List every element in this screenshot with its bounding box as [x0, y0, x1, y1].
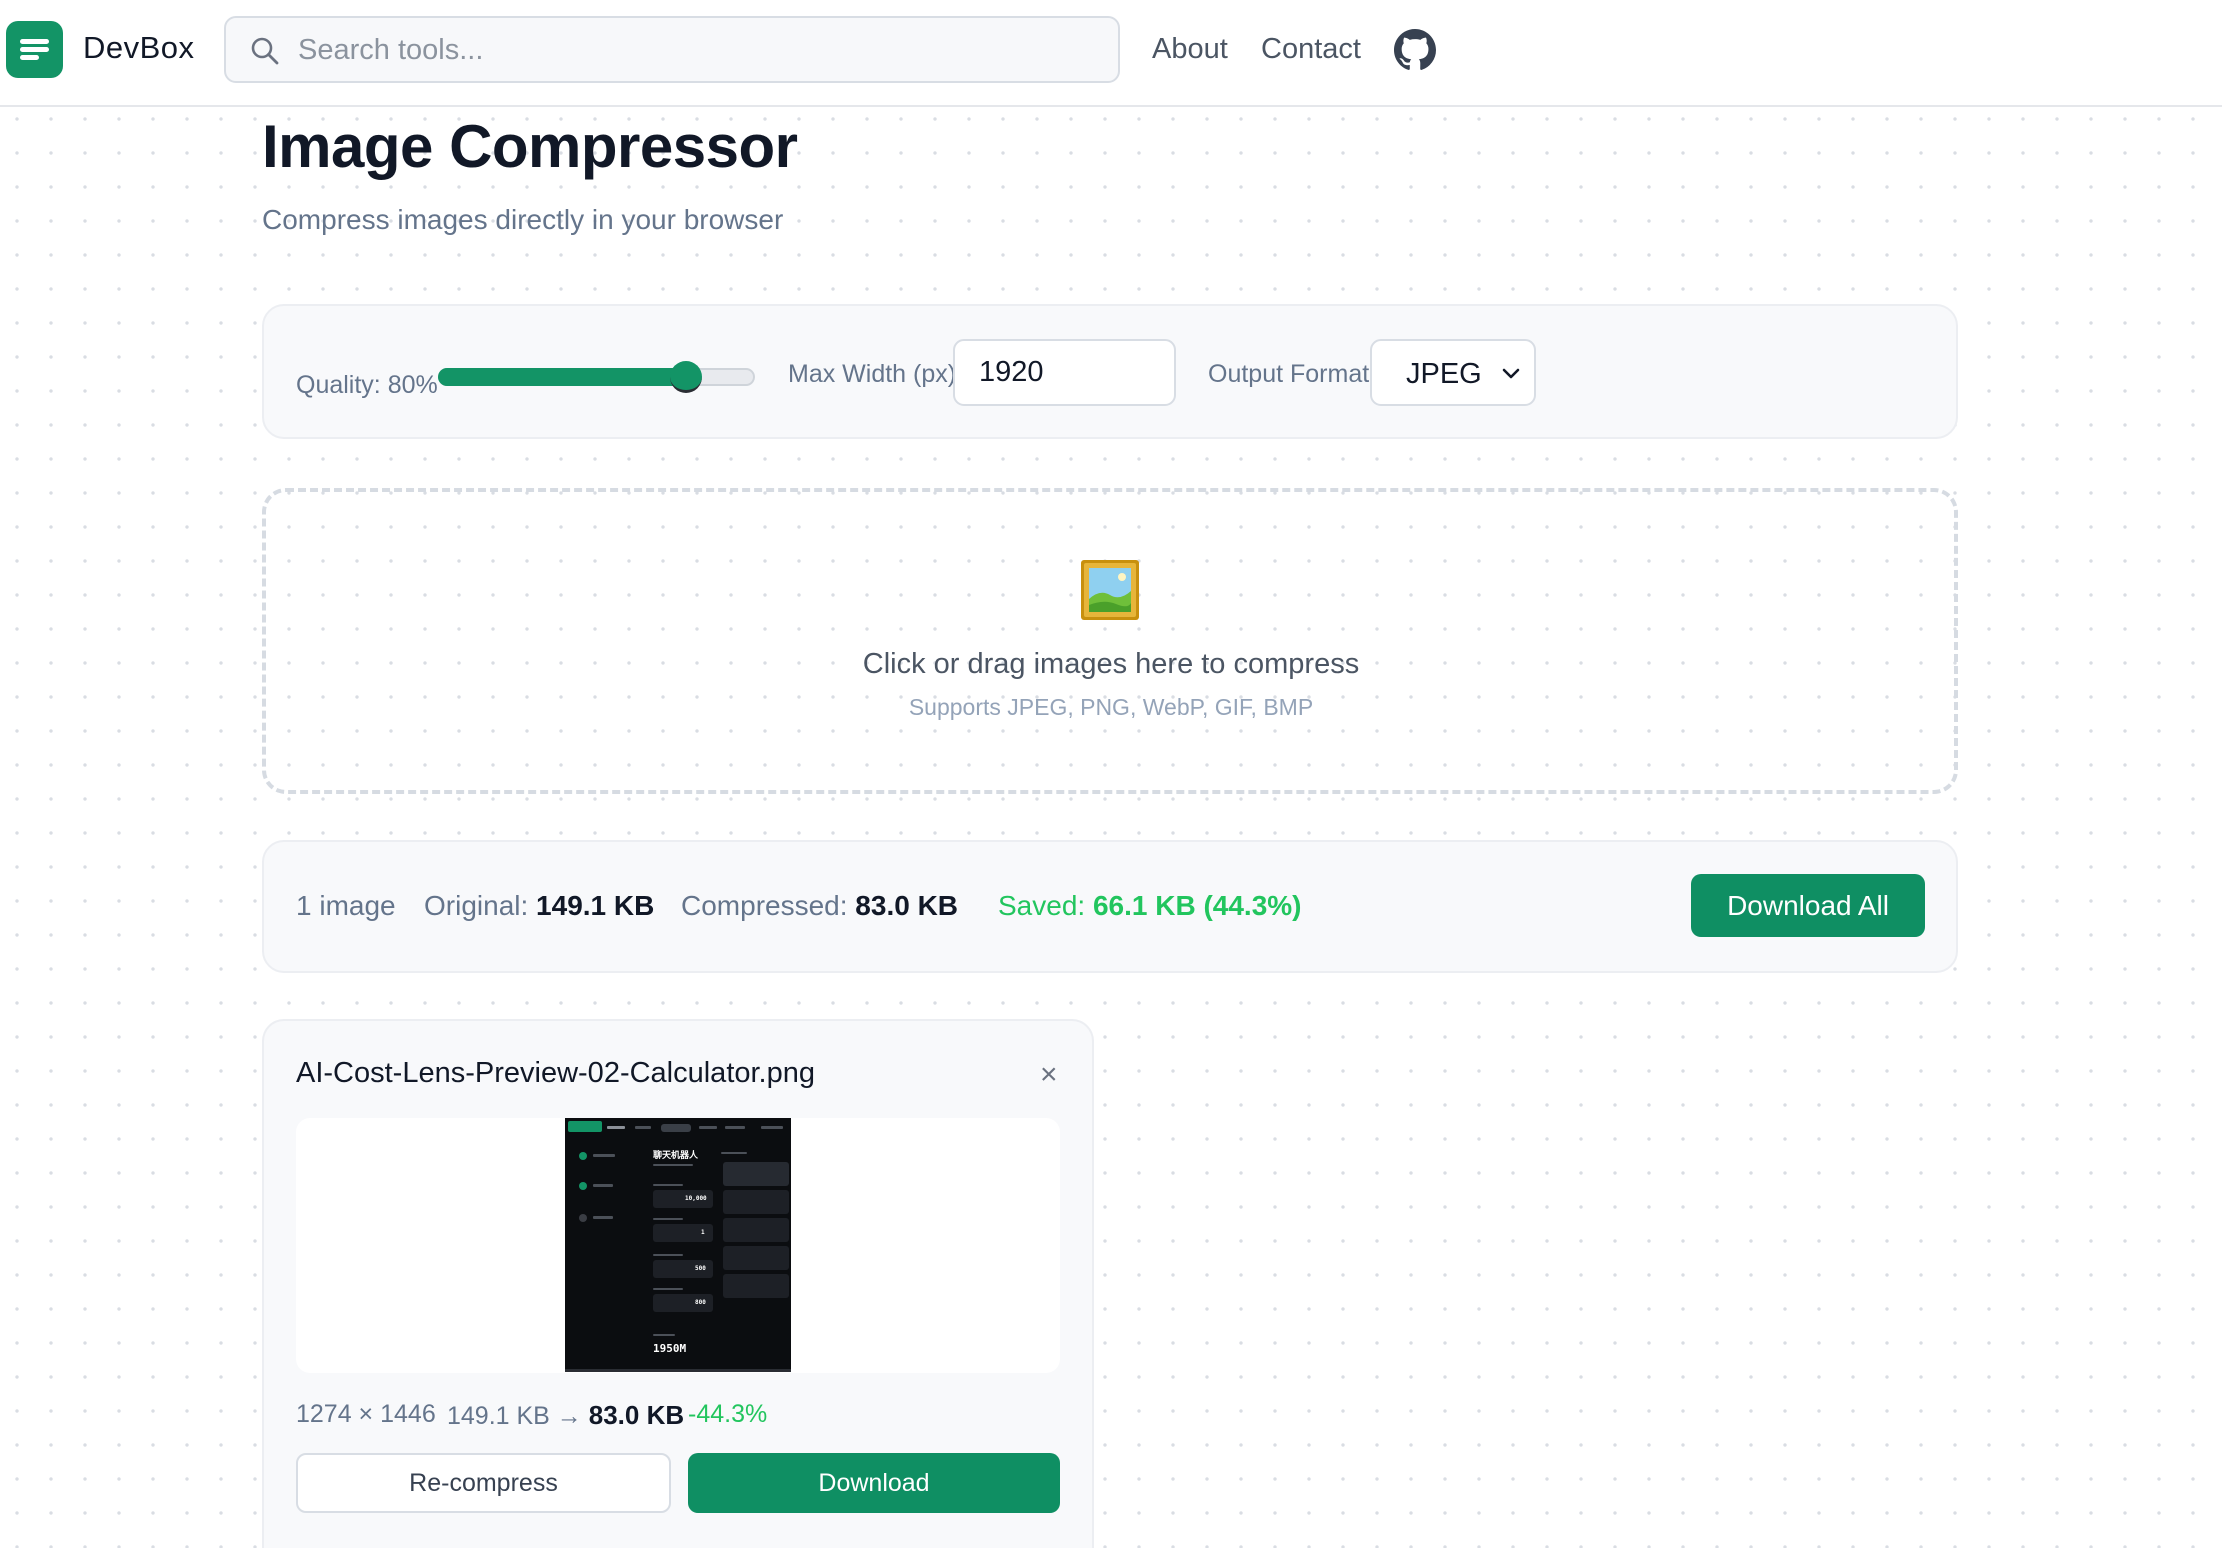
- saved-value: 66.1 KB (44.3%): [1092, 890, 1302, 921]
- search-icon: [251, 37, 279, 65]
- thumbnail-value-4: 800: [695, 1299, 706, 1306]
- thumbnail-value-3: 500: [695, 1265, 706, 1272]
- max-width-input[interactable]: [953, 339, 1176, 406]
- download-all-button[interactable]: Download All: [1691, 874, 1925, 937]
- slider-thumb[interactable]: [670, 361, 702, 393]
- output-format-select[interactable]: JPEG: [1370, 339, 1536, 406]
- nav-link-contact[interactable]: Contact: [1261, 33, 1361, 66]
- nav-link-about[interactable]: About: [1152, 33, 1228, 66]
- download-button[interactable]: Download: [688, 1453, 1060, 1513]
- saved-total: Saved: 66.1 KB (44.3%): [998, 890, 1302, 922]
- framed-picture-icon: [1081, 560, 1139, 620]
- size-reduction-percent: -44.3%: [688, 1400, 768, 1428]
- compressed-value: 83.0 KB: [855, 890, 959, 921]
- page-subtitle: Compress images directly in your browser: [262, 204, 784, 235]
- github-icon[interactable]: [1394, 29, 1436, 71]
- quality-label: Quality: 80%: [296, 371, 438, 399]
- search-box[interactable]: [224, 16, 1120, 83]
- image-count: 1 image: [296, 890, 396, 921]
- image-dimensions: 1274 × 1446: [296, 1400, 436, 1428]
- close-icon[interactable]: ×: [1040, 1058, 1058, 1092]
- original-total: Original: 149.1 KB: [424, 890, 654, 922]
- compressed-label: Compressed:: [681, 890, 848, 921]
- quality-slider[interactable]: [438, 361, 755, 393]
- compressed-size: 83.0 KB: [588, 1400, 685, 1430]
- thumbnail-heading: 聊天机器人: [653, 1151, 699, 1161]
- max-width-label: Max Width (px): [788, 360, 957, 388]
- image-thumbnail: 聊天机器人 10,000 1 500 800 1950M: [565, 1118, 791, 1372]
- image-dropzone[interactable]: [262, 488, 1958, 794]
- format-selected-value: JPEG: [1406, 358, 1482, 390]
- original-size: 149.1 KB →: [447, 1402, 582, 1430]
- page-title: Image Compressor: [262, 113, 798, 180]
- file-name: AI-Cost-Lens-Preview-02-Calculator.png: [296, 1057, 815, 1089]
- thumbnail-value-2: 1: [701, 1229, 705, 1236]
- slider-fill: [438, 368, 686, 386]
- thumbnail-total: 1950M: [653, 1342, 687, 1355]
- dropzone-instructions: Click or drag images here to compress: [862, 648, 1360, 680]
- output-format-label: Output Format: [1208, 360, 1370, 388]
- chevron-down-icon: [1502, 368, 1520, 379]
- recompress-button[interactable]: Re-compress: [296, 1453, 671, 1513]
- size-change: 149.1 KB → 83.0 KB: [447, 1400, 684, 1431]
- original-value: 149.1 KB: [536, 890, 655, 921]
- brand-name[interactable]: DevBox: [83, 30, 195, 66]
- menu-lines-icon[interactable]: [6, 21, 63, 78]
- dropzone-supported-formats: Supports JPEG, PNG, WebP, GIF, BMP: [908, 694, 1314, 720]
- saved-label: Saved:: [998, 890, 1086, 921]
- compressed-total: Compressed: 83.0 KB: [681, 890, 958, 922]
- search-input[interactable]: [298, 28, 1098, 72]
- original-label: Original:: [424, 890, 529, 921]
- top-navbar: DevBox About Contact: [0, 0, 2222, 107]
- thumbnail-value-1: 10,000: [685, 1195, 707, 1202]
